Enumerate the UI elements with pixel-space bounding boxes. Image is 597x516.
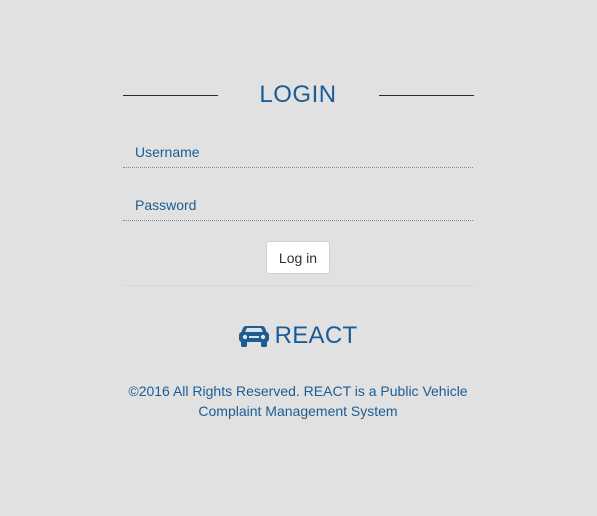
username-input[interactable] [123,137,473,167]
car-icon [238,323,269,349]
brand-logo: REACT [123,322,473,356]
password-field-wrapper [123,190,473,221]
password-input[interactable] [123,190,473,220]
footer-copyright: ©2016 All Rights Reserved. REACT is a Pu… [113,381,483,421]
login-header: LOGIN [123,80,474,112]
header-rule-right [379,95,474,96]
login-button[interactable]: Log in [266,241,330,274]
brand-name: REACT [274,322,358,349]
username-field-wrapper [123,137,473,168]
footer-line-1: ©2016 All Rights Reserved. REACT is a Pu… [128,383,468,399]
divider [123,285,473,286]
footer-line-2: Complaint Management System [198,403,398,419]
